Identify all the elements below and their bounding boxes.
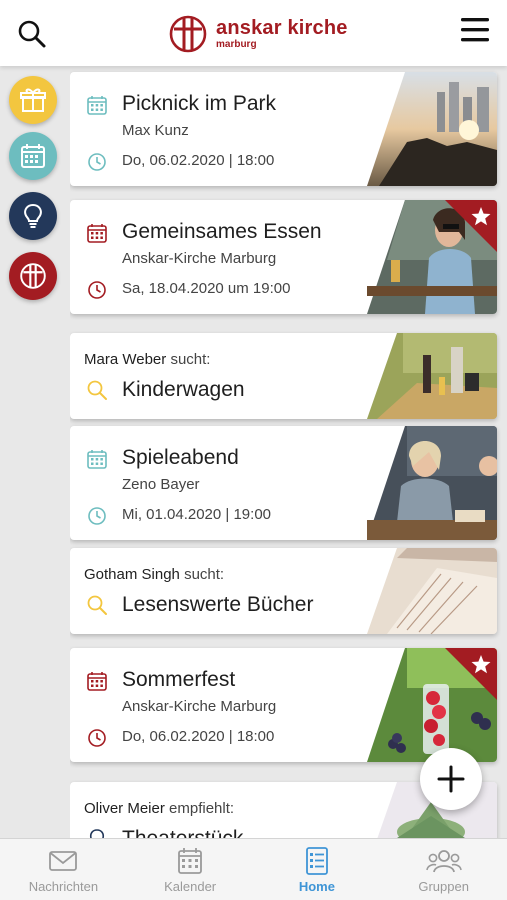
nav-calendar-label: Kalender: [164, 879, 217, 894]
calendar-icon: [87, 672, 107, 691]
add-post-button[interactable]: [420, 748, 482, 810]
plus-icon: [437, 765, 465, 793]
bottom-navigation: Nachrichten Kalender Home Gruppen: [0, 838, 507, 900]
request-verb: sucht:: [184, 566, 225, 583]
event-date: Do, 06.02.2020 | 18:00: [122, 728, 275, 745]
nav-messages-label: Nachrichten: [28, 879, 99, 894]
request-photo-stroller: [367, 333, 497, 419]
lightbulb-icon: [89, 829, 105, 838]
request-author: Mara Weber: [84, 351, 167, 368]
church-logo-icon: [169, 15, 207, 53]
calendar-icon: [87, 96, 107, 115]
clock-icon: [88, 153, 106, 171]
app-logo[interactable]: anskar kirche marburg: [168, 14, 348, 54]
request-title: Kinderwagen: [122, 378, 245, 401]
filter-church-button[interactable]: [9, 252, 57, 300]
search-request-card[interactable]: Gotham Singh sucht: Lesenswerte Bücher: [70, 548, 497, 634]
request-title: Lesenswerte Bücher: [122, 593, 314, 616]
nav-groups-label: Gruppen: [418, 879, 469, 894]
request-photo-books: [367, 548, 497, 634]
event-card[interactable]: Picknick im Park Max Kunz Do, 06.02.2020…: [70, 72, 497, 186]
calendar-icon: [178, 848, 203, 874]
recommendation-author: Oliver Meier: [84, 800, 165, 817]
event-organizer: Anskar-Kirche Marburg: [122, 250, 277, 267]
recommendation-verb: empfiehlt:: [169, 800, 235, 817]
event-photo-games: [367, 426, 497, 540]
event-date: Mi, 01.04.2020 | 19:00: [122, 506, 272, 523]
filter-events-button[interactable]: [9, 132, 57, 180]
event-card[interactable]: Spieleabend Zeno Bayer Mi, 01.04.2020 | …: [70, 426, 497, 540]
nav-home-label: Home: [298, 879, 335, 894]
clock-icon: [88, 507, 106, 525]
featured-star-icon: [445, 648, 497, 700]
feed-list: Picknick im Park Max Kunz Do, 06.02.2020…: [70, 66, 507, 838]
filter-ideas-button[interactable]: [9, 192, 57, 240]
event-card[interactable]: Gemeinsames Essen Anskar-Kirche Marburg …: [70, 200, 497, 314]
event-title: Picknick im Park: [122, 92, 277, 115]
filter-offers-button[interactable]: [9, 76, 57, 124]
request-author: Gotham Singh: [84, 566, 180, 583]
gift-icon: [20, 88, 46, 112]
menu-button[interactable]: [459, 16, 491, 44]
event-organizer: Max Kunz: [122, 122, 189, 139]
group-icon: [425, 850, 462, 873]
event-title: Spieleabend: [122, 446, 239, 469]
request-author-line: Mara Weber sucht:: [84, 351, 210, 368]
clock-icon: [88, 729, 106, 747]
list-icon: [305, 847, 328, 875]
request-verb: sucht:: [170, 351, 211, 368]
nav-home[interactable]: Home: [254, 839, 381, 900]
recommendation-title: Theaterstück: [122, 827, 243, 838]
request-author-line: Gotham Singh sucht:: [84, 566, 224, 583]
calendar-icon: [21, 144, 45, 168]
hamburger-menu-icon: [461, 18, 489, 42]
search-icon: [18, 20, 46, 48]
event-date: Sa, 18.04.2020 um 19:00: [122, 280, 291, 297]
envelope-icon: [49, 851, 78, 871]
event-photo-picnic: [367, 72, 497, 186]
app-header: anskar kirche marburg: [0, 0, 507, 66]
search-icon: [87, 595, 107, 615]
recommendation-author-line: Oliver Meier empfiehlt:: [84, 800, 234, 817]
search-icon: [87, 380, 107, 400]
nav-groups[interactable]: Gruppen: [380, 839, 507, 900]
event-title: Sommerfest: [122, 668, 236, 691]
calendar-icon: [87, 450, 107, 469]
event-organizer: Zeno Bayer: [122, 476, 200, 493]
search-request-card[interactable]: Mara Weber sucht: Kinderwagen: [70, 333, 497, 419]
lightbulb-icon: [24, 203, 42, 228]
calendar-icon: [87, 224, 107, 243]
featured-star-icon: [445, 200, 497, 252]
nav-calendar[interactable]: Kalender: [127, 839, 254, 900]
search-button[interactable]: [16, 18, 48, 50]
brand-city: marburg: [216, 39, 257, 50]
brand-name: anskar kirche: [216, 17, 348, 39]
filter-rail: [0, 66, 66, 838]
event-title: Gemeinsames Essen: [122, 220, 322, 243]
nav-messages[interactable]: Nachrichten: [0, 839, 127, 900]
event-date: Do, 06.02.2020 | 18:00: [122, 152, 275, 169]
event-card[interactable]: Sommerfest Anskar-Kirche Marburg Do, 06.…: [70, 648, 497, 762]
clock-icon: [88, 281, 106, 299]
event-organizer: Anskar-Kirche Marburg: [122, 698, 277, 715]
church-cross-icon: [20, 263, 46, 289]
